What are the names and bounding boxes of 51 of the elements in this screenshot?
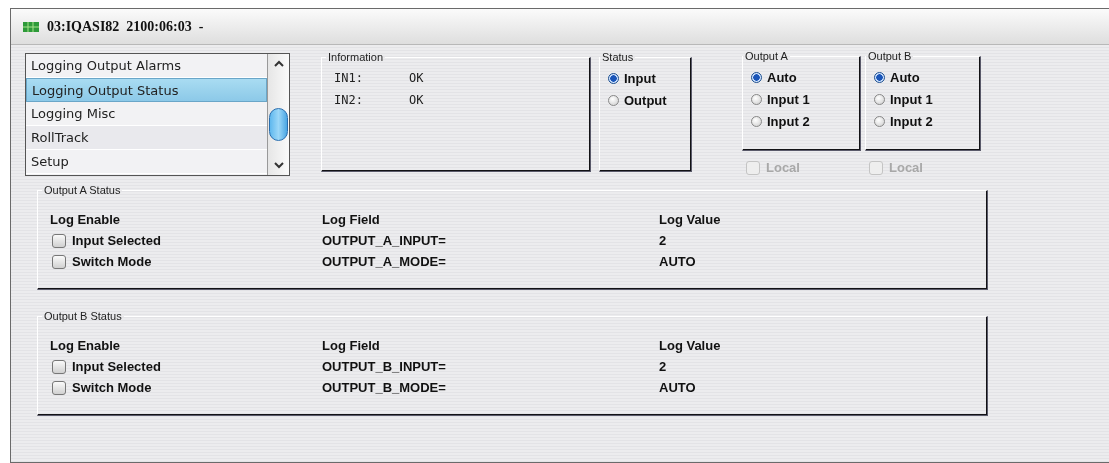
list-item[interactable]: Logging Output Status — [26, 78, 267, 102]
radio-button[interactable] — [874, 93, 885, 105]
log-value: 2 — [659, 232, 668, 250]
panel-title: Output A Status — [43, 184, 122, 196]
radio-button[interactable] — [608, 94, 619, 106]
list-item[interactable]: RollTrack — [26, 126, 267, 150]
radio-label[interactable]: Input 2 — [767, 113, 810, 129]
panel-title: Output B Status — [43, 310, 123, 322]
input-label: IN2: — [334, 93, 364, 107]
scroll-thumb[interactable] — [269, 108, 288, 141]
column-header: Log Value — [659, 210, 722, 229]
radio-button[interactable] — [751, 71, 762, 83]
radio-button[interactable] — [874, 115, 885, 127]
app-icon — [23, 21, 39, 32]
input-status: OK — [409, 71, 425, 85]
radio-label[interactable]: Input 1 — [767, 91, 810, 107]
input-label: IN1: — [334, 71, 364, 85]
radio-label[interactable]: Input 1 — [890, 91, 933, 107]
radio-label[interactable]: Input 2 — [890, 113, 933, 129]
column-header: Log Field — [322, 210, 381, 229]
panel-title: Information — [327, 51, 385, 63]
panel-title: Output A — [744, 50, 789, 62]
input-status: OK — [409, 93, 425, 107]
log-field: OUTPUT_B_MODE= — [322, 377, 659, 398]
radio-button[interactable] — [874, 71, 885, 83]
list-item[interactable]: Setup — [26, 150, 267, 174]
radio-button[interactable] — [751, 93, 762, 105]
column-header: Log Field — [322, 336, 381, 355]
column-header: Log Value — [659, 336, 722, 355]
radio-label[interactable]: Auto — [890, 69, 920, 85]
window-title: 03:IQASI82 2100:06:03 - — [47, 18, 204, 35]
radio-label[interactable]: Input — [624, 70, 656, 86]
checkbox[interactable]: Input Selected — [52, 230, 161, 251]
radio-label[interactable]: Output — [624, 92, 667, 108]
checkbox[interactable]: Input Selected — [52, 356, 161, 377]
radio-button[interactable] — [608, 72, 619, 84]
checkbox[interactable]: Switch Mode — [52, 377, 152, 398]
log-field: OUTPUT_A_INPUT= — [322, 230, 659, 251]
log-field: OUTPUT_A_MODE= — [322, 251, 659, 272]
column-header: Log Enable — [50, 210, 122, 229]
log-value: 2 — [659, 358, 668, 376]
log-field: OUTPUT_B_INPUT= — [322, 356, 659, 377]
panel-title: Status — [601, 51, 635, 63]
radio-label[interactable]: Auto — [767, 69, 797, 85]
checkbox[interactable]: Switch Mode — [52, 251, 152, 272]
radio-button[interactable] — [751, 115, 762, 127]
scrollbar[interactable] — [267, 54, 289, 175]
log-value: AUTO — [659, 379, 697, 397]
column-header: Log Enable — [50, 336, 122, 355]
log-value: AUTO — [659, 253, 697, 271]
panel-title: Output B — [867, 50, 913, 62]
